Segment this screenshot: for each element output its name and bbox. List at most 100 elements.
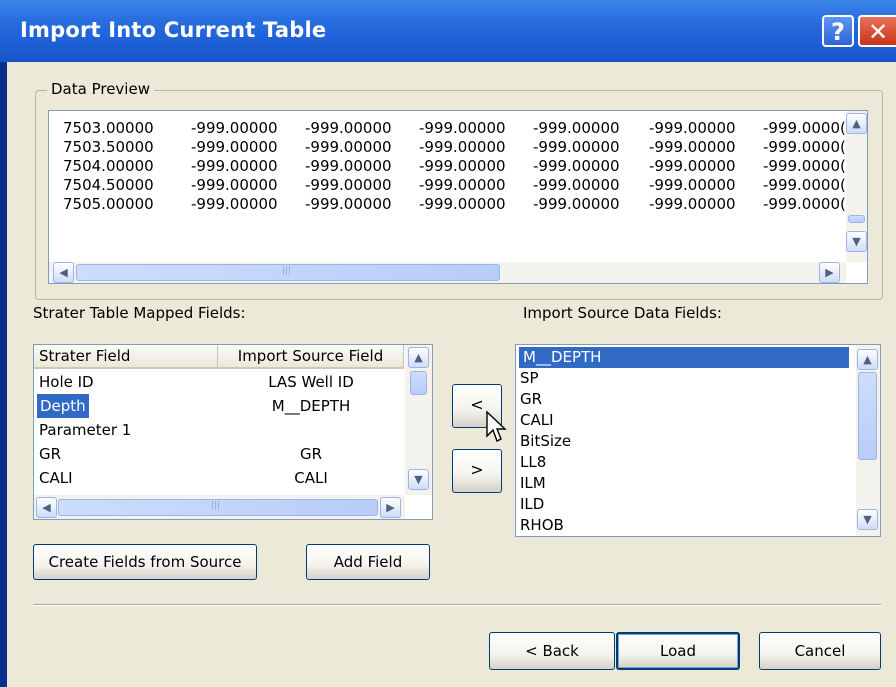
arrow-left-icon: ◀ [59,266,68,279]
preview-cell: -999.0000( [763,119,846,137]
preview-cell: -999.00000 [419,176,506,194]
mapped-row-source-field[interactable] [218,418,404,442]
arrow-up-icon: ▲ [414,351,423,364]
mouse-cursor-icon [486,410,507,442]
preview-cell: -999.0000( [763,138,846,156]
preview-scroll-left-button[interactable]: ◀ [53,262,74,283]
preview-cell: -999.00000 [533,138,620,156]
mapped-row-source-field[interactable]: M__DEPTH [218,394,404,418]
preview-scroll-up-button[interactable]: ▲ [846,113,867,134]
arrow-down-icon: ▼ [852,235,861,248]
mapped-scroll-up-button[interactable]: ▲ [408,347,429,368]
source-field-item[interactable]: CALI [520,410,554,431]
column-header-strater-field[interactable]: Strater Field [34,345,218,369]
preview-cell: -999.00000 [533,157,620,175]
mapped-scroll-down-button[interactable]: ▼ [408,469,429,490]
preview-cell: -999.00000 [305,176,392,194]
mapped-fields-list[interactable]: Strater Field Import Source Field Hole I… [33,344,433,520]
separator-line [33,604,881,606]
data-preview-pane[interactable]: 7503.00000 -999.00000 -999.00000 -999.00000… [48,110,868,284]
source-fields-list[interactable]: M__DEPTH SP GR CALI BitSize LL8 ILM ILD RHOB ▲ ▼ [515,344,881,537]
preview-row: 7503.00000 -999.00000 -999.00000 -999.00000… [63,119,853,139]
arrow-down-icon: ▼ [414,473,423,486]
preview-cell: -999.00000 [191,138,278,156]
preview-cell: -999.0000( [763,157,846,175]
source-scroll-down-button[interactable]: ▼ [857,509,878,530]
arrow-down-icon: ▼ [863,513,872,526]
create-fields-from-source-button[interactable]: Create Fields from Source [33,544,257,580]
preview-scroll-right-button[interactable]: ▶ [819,262,840,283]
mapped-row-strater-field[interactable]: Hole ID [39,370,94,394]
column-header-import-source-field[interactable]: Import Source Field [218,345,404,369]
preview-cell: -999.00000 [305,195,392,213]
preview-cell: 7503.50000 [63,138,154,156]
mapped-scroll-left-button[interactable]: ◀ [36,497,57,518]
back-button[interactable]: < Back [489,632,615,670]
cancel-button[interactable]: Cancel [759,632,881,670]
preview-cell: -999.00000 [533,119,620,137]
mapped-row-strater-field[interactable]: Depth [37,394,89,418]
source-vertical-thumb[interactable] [858,372,877,460]
source-field-item[interactable]: M__DEPTH [519,347,849,368]
source-fields-label: Import Source Data Fields: [523,304,722,322]
arrow-up-icon: ▲ [852,117,861,130]
preview-cell: -999.00000 [305,138,392,156]
preview-cell: -999.00000 [419,157,506,175]
source-field-item[interactable]: RHOB [520,515,564,536]
dialog-window: Import Into Current Table ? ✕ Data Previ… [0,0,896,687]
preview-scroll-down-button[interactable]: ▼ [846,231,867,252]
mapped-row-source-field[interactable]: LAS Well ID [218,370,404,394]
mapped-scroll-right-button[interactable]: ▶ [380,497,401,518]
source-field-item[interactable]: BitSize [520,431,571,452]
help-button[interactable]: ? [822,15,854,47]
mapped-row-source-field[interactable]: GR [218,442,404,466]
dialog-title: Import Into Current Table [20,18,327,42]
source-field-item[interactable]: GR [520,389,542,410]
source-field-item[interactable]: SP [520,368,539,389]
source-field-item[interactable]: ILD [520,494,544,515]
preview-row: 7504.00000 -999.00000 -999.00000 -999.00000… [63,157,853,177]
close-button[interactable]: ✕ [858,15,896,47]
preview-row: 7503.50000 -999.00000 -999.00000 -999.00000… [63,138,853,158]
arrow-right-icon: ▶ [825,266,834,279]
source-field-item[interactable]: ILM [520,473,546,494]
source-field-item[interactable]: LL8 [520,452,546,473]
data-preview-label: Data Preview [47,80,154,98]
close-icon: ✕ [867,18,889,46]
dialog-client-area: Data Preview 7503.00000 -999.00000 -999.00… [7,62,896,687]
help-icon: ? [831,18,845,46]
preview-horizontal-thumb[interactable]: ||| [76,264,500,281]
mapped-horizontal-thumb[interactable]: ||| [58,499,378,516]
mapped-row-strater-field[interactable]: GR [39,442,61,466]
preview-cell: -999.00000 [191,195,278,213]
mapped-vertical-thumb[interactable] [410,371,427,395]
preview-cell: -999.00000 [419,119,506,137]
preview-row: 7504.50000 -999.00000 -999.00000 -999.00000… [63,176,853,196]
arrow-left-icon: ◀ [42,501,51,514]
preview-cell: -999.0000( [763,195,846,213]
title-bar[interactable]: Import Into Current Table ? ✕ [0,0,896,62]
preview-cell: -999.00000 [305,119,392,137]
load-button[interactable]: Load [616,632,740,670]
preview-cell: -999.00000 [649,138,736,156]
mapped-fields-label: Strater Table Mapped Fields: [33,304,246,322]
source-scroll-up-button[interactable]: ▲ [857,349,878,370]
add-field-button[interactable]: Add Field [306,544,430,580]
preview-vertical-thumb[interactable] [848,215,865,223]
preview-cell: -999.00000 [305,157,392,175]
preview-cell: 7504.50000 [63,176,154,194]
grip-icon: ||| [211,501,221,511]
preview-cell: -999.00000 [191,176,278,194]
mapped-row-strater-field[interactable]: Parameter 1 [39,418,131,442]
preview-cell: -999.00000 [533,195,620,213]
preview-cell: 7504.00000 [63,157,154,175]
arrow-up-icon: ▲ [863,353,872,366]
preview-cell: -999.00000 [419,138,506,156]
mapped-row-strater-field[interactable]: CALI [39,466,73,490]
preview-row: 7505.00000 -999.00000 -999.00000 -999.00000… [63,195,853,215]
preview-cell: -999.00000 [649,157,736,175]
preview-cell: -999.00000 [649,176,736,194]
unmap-field-button[interactable]: > [452,449,502,493]
preview-cell: 7505.00000 [63,195,154,213]
mapped-row-source-field[interactable]: CALI [218,466,404,490]
